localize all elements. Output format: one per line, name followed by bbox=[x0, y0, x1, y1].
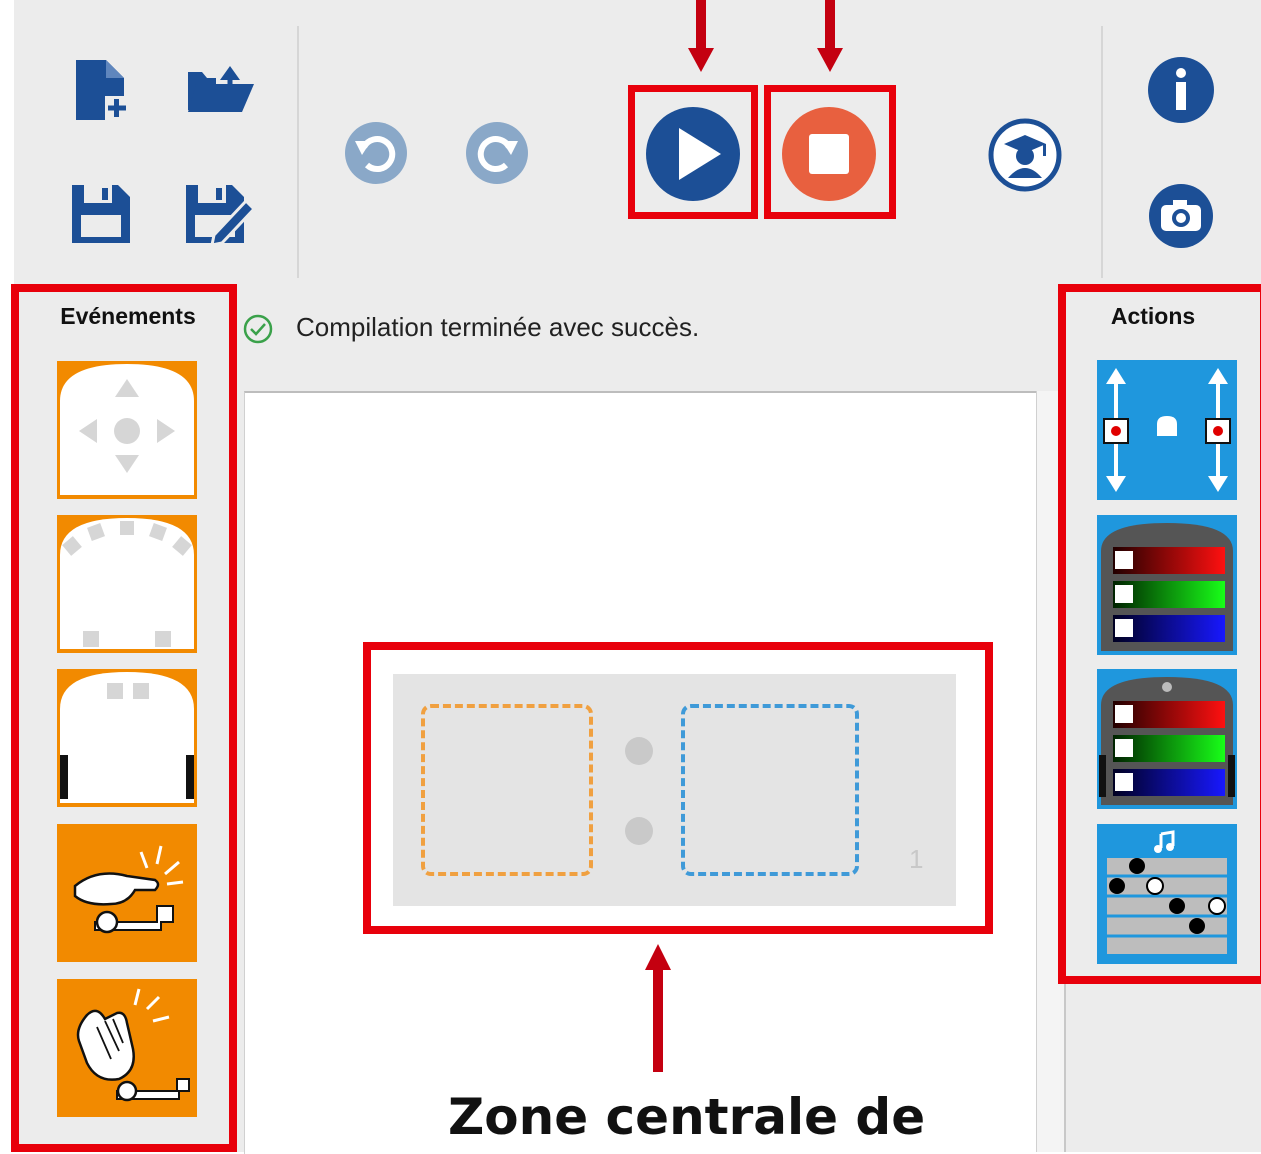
ground-sensors-event-block[interactable] bbox=[57, 669, 197, 807]
front-sensors-event-block[interactable] bbox=[57, 515, 197, 653]
motors-action-block[interactable] bbox=[1097, 360, 1237, 500]
annotation-caption: Zone centrale de bbox=[448, 1088, 926, 1146]
buttons-event-icon bbox=[60, 364, 194, 495]
camera-icon[interactable] bbox=[1147, 183, 1215, 249]
save-icon[interactable] bbox=[70, 183, 132, 245]
front-sensors-event-icon bbox=[60, 518, 194, 649]
bottom-color-action-icon bbox=[1099, 677, 1235, 805]
bottom-color-action-block[interactable] bbox=[1097, 669, 1237, 809]
music-action-icon bbox=[1107, 830, 1227, 954]
clap-event-block[interactable] bbox=[57, 979, 197, 1117]
info-icon[interactable] bbox=[1147, 56, 1215, 124]
toolbar-separator bbox=[297, 26, 299, 278]
status-message: Compilation terminée avec succès. bbox=[296, 312, 700, 342]
actions-panel-title: Actions bbox=[1110, 303, 1196, 329]
central-zone-pointer-arrow bbox=[645, 944, 671, 1072]
teacher-mode-icon[interactable] bbox=[988, 118, 1062, 192]
buttons-event-block[interactable] bbox=[57, 361, 197, 499]
clap-event-icon bbox=[76, 988, 190, 1102]
tap-event-block[interactable] bbox=[57, 824, 197, 962]
undo-icon[interactable] bbox=[344, 121, 408, 185]
check-circle-icon bbox=[243, 314, 273, 344]
central-zone-highlight-box bbox=[363, 642, 993, 934]
new-file-icon[interactable] bbox=[72, 58, 132, 124]
top-color-action-icon bbox=[1101, 523, 1233, 651]
open-folder-icon[interactable] bbox=[186, 58, 256, 114]
toolbar-separator bbox=[1101, 26, 1103, 278]
play-highlight-box bbox=[628, 85, 758, 219]
save-as-icon[interactable] bbox=[184, 183, 256, 245]
music-action-block[interactable] bbox=[1097, 824, 1237, 964]
ground-sensors-event-icon bbox=[60, 672, 194, 803]
motors-action-icon bbox=[1103, 368, 1231, 492]
redo-icon[interactable] bbox=[465, 121, 529, 185]
play-pointer-arrow bbox=[688, 0, 714, 72]
tap-event-icon bbox=[73, 845, 184, 934]
events-panel-title: Evénements bbox=[60, 303, 196, 329]
stop-highlight-box bbox=[764, 85, 896, 219]
stop-pointer-arrow bbox=[817, 0, 843, 72]
top-color-action-block[interactable] bbox=[1097, 515, 1237, 655]
